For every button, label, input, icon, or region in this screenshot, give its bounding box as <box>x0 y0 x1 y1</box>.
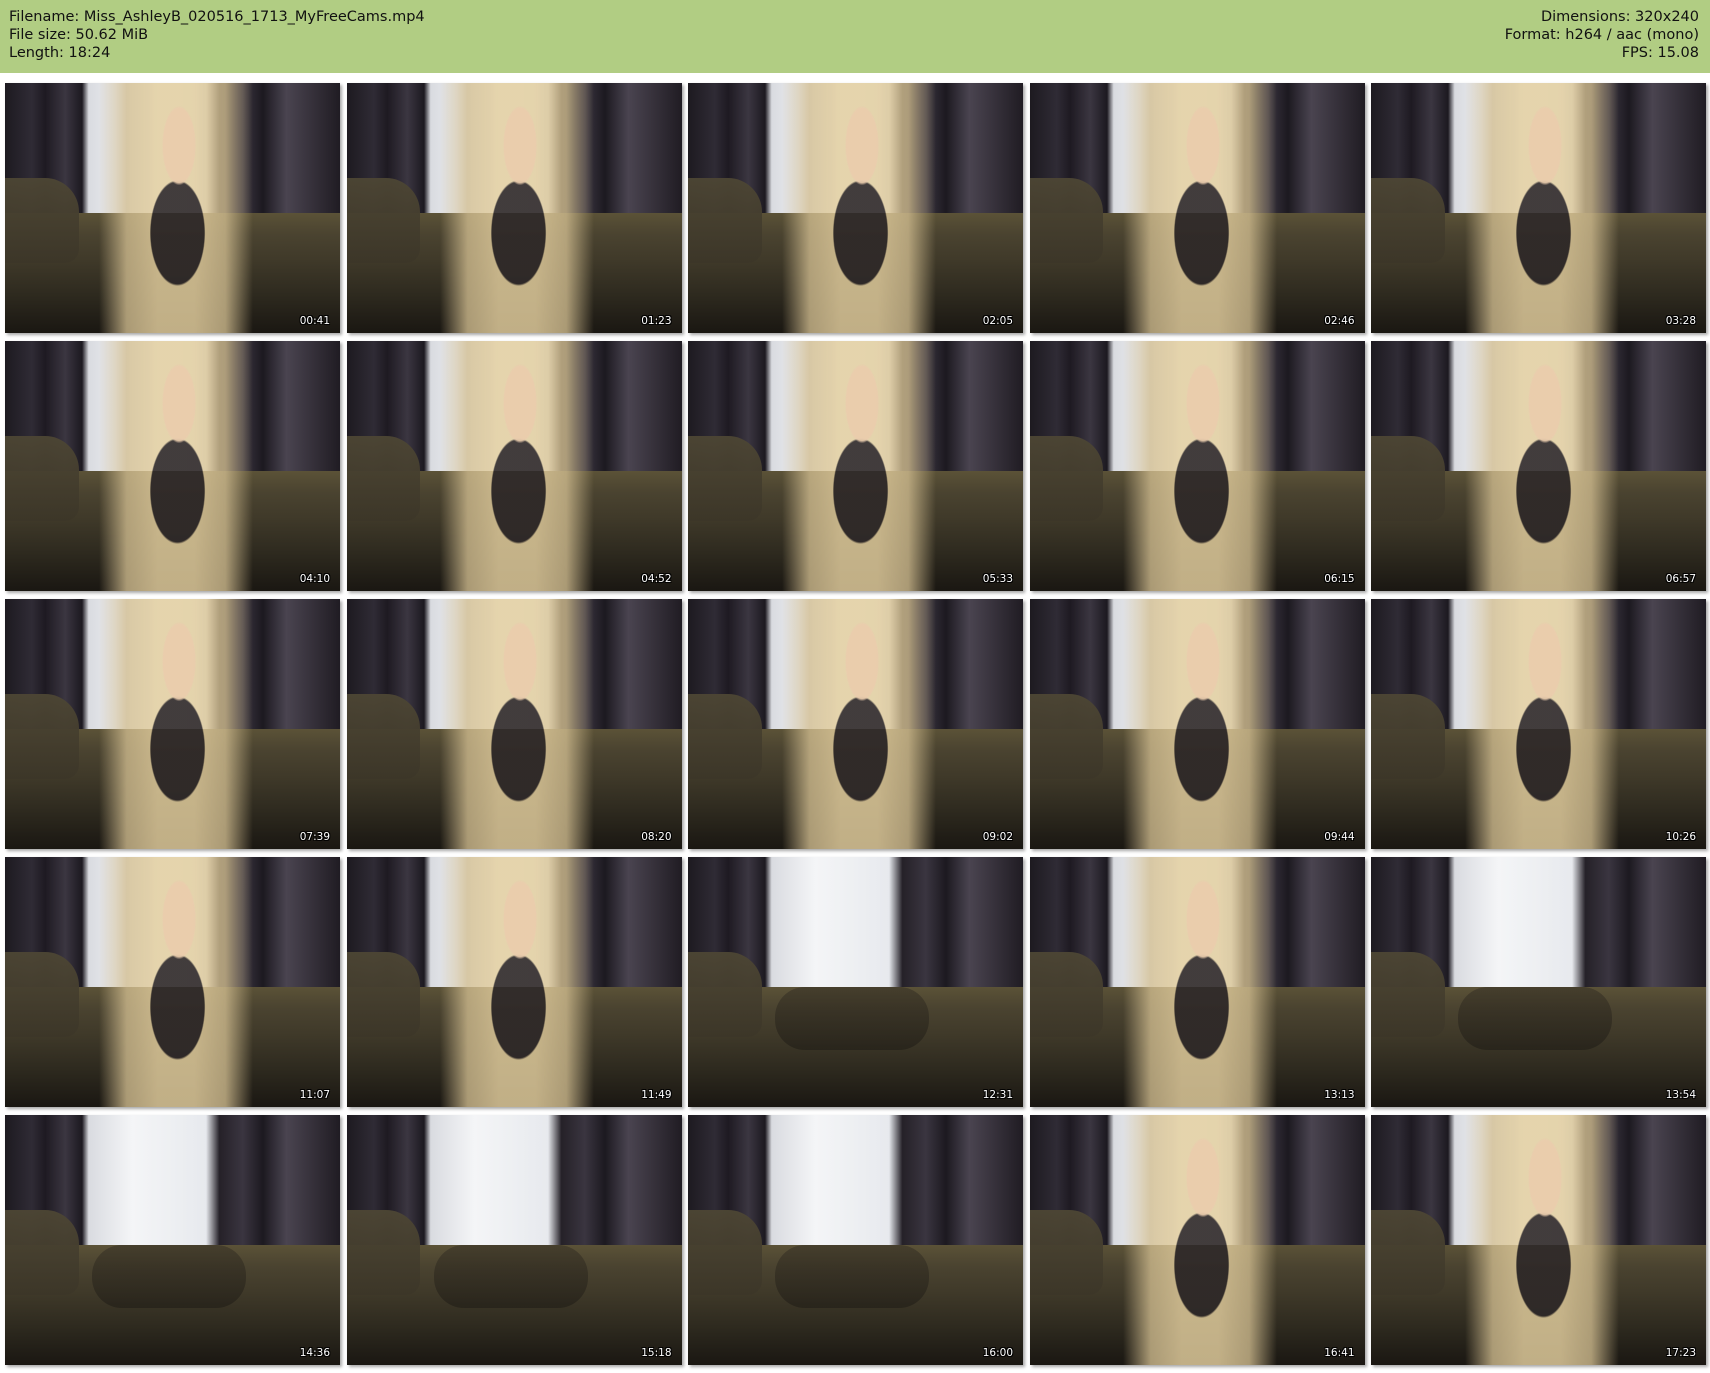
thumbnail-frame: 03:28 <box>1371 83 1706 333</box>
thumbnail-timestamp: 10:26 <box>1665 831 1696 843</box>
video-frame-image <box>98 857 253 1107</box>
file-info-right: Dimensions: 320x240 Format: h264 / aac (… <box>1505 8 1699 62</box>
video-frame-image <box>1123 341 1278 591</box>
video-frame-image <box>1458 987 1613 1050</box>
thumbnail-frame: 06:15 <box>1029 341 1365 591</box>
length-text: Length: 18:24 <box>9 45 111 61</box>
file-info-left: Filename: Miss_AshleyB_020516_1713_MyFre… <box>9 8 425 62</box>
thumbnail-timestamp: 12:31 <box>982 1089 1013 1101</box>
thumbnail-timestamp: 11:49 <box>641 1089 672 1101</box>
thumbnail-frame: 14:36 <box>5 1115 340 1365</box>
thumbnail-frame: 16:00 <box>688 1115 1023 1365</box>
thumbnail-frame: 09:44 <box>1029 599 1365 849</box>
thumbnail-frame: 07:39 <box>5 599 340 849</box>
thumbnail-timestamp: 03:28 <box>1665 315 1696 327</box>
thumbnail-timestamp: 08:20 <box>641 831 672 843</box>
thumbnail-frame: 08:20 <box>346 599 682 849</box>
video-frame-image <box>440 341 595 591</box>
thumbnail-timestamp: 13:13 <box>1324 1089 1355 1101</box>
file-size-text: File size: 50.62 MiB <box>9 27 149 43</box>
thumbnail-frame: 00:41 <box>5 83 340 333</box>
format-text: Format: h264 / aac (mono) <box>1504 27 1699 43</box>
thumbnail-timestamp: 00:41 <box>299 315 330 327</box>
thumbnail-frame: 16:41 <box>1029 1115 1365 1365</box>
video-frame-image <box>1464 599 1619 849</box>
thumbnail-frame: 15:18 <box>346 1115 682 1365</box>
thumbnail-grid: 00:41 01:23 02:05 02:46 03:28 04:10 04:5… <box>5 83 1706 1368</box>
video-frame-image <box>1123 83 1278 333</box>
thumbnail-frame: 04:52 <box>346 341 682 591</box>
video-frame-image <box>1123 599 1278 849</box>
thumbnail-timestamp: 17:23 <box>1665 1347 1696 1359</box>
thumbnail-frame: 12:31 <box>688 857 1023 1107</box>
thumbnail-timestamp: 02:46 <box>1324 315 1355 327</box>
video-frame-image <box>440 83 595 333</box>
video-frame-image <box>440 599 595 849</box>
thumbnail-timestamp: 15:18 <box>641 1347 672 1359</box>
thumbnail-frame: 02:46 <box>1029 83 1365 333</box>
thumbnail-timestamp: 04:52 <box>641 573 672 585</box>
thumbnail-frame: 17:23 <box>1371 1115 1706 1365</box>
video-frame-image <box>1123 1115 1278 1365</box>
video-frame-image <box>781 599 936 849</box>
video-frame-image <box>781 83 936 333</box>
thumbnail-frame: 11:07 <box>5 857 340 1107</box>
thumbnail-frame: 05:33 <box>688 341 1023 591</box>
thumbnail-timestamp: 16:00 <box>982 1347 1013 1359</box>
thumbnail-timestamp: 05:33 <box>982 573 1013 585</box>
thumbnail-timestamp: 02:05 <box>982 315 1013 327</box>
thumbnail-timestamp: 04:10 <box>299 573 330 585</box>
thumbnail-frame: 13:54 <box>1371 857 1706 1107</box>
video-frame-image <box>98 341 253 591</box>
video-frame-image <box>775 1245 930 1308</box>
fps-text: FPS: 15.08 <box>1621 45 1699 61</box>
contact-sheet: Filename: Miss_AshleyB_020516_1713_MyFre… <box>0 0 1710 1373</box>
thumbnail-frame: 06:57 <box>1371 341 1706 591</box>
thumbnail-frame: 10:26 <box>1371 599 1706 849</box>
thumbnail-timestamp: 06:57 <box>1665 573 1696 585</box>
video-frame-image <box>781 341 936 591</box>
thumbnail-timestamp: 06:15 <box>1324 573 1355 585</box>
thumbnail-timestamp: 13:54 <box>1665 1089 1696 1101</box>
thumbnail-timestamp: 09:02 <box>982 831 1013 843</box>
thumbnail-timestamp: 16:41 <box>1324 1347 1355 1359</box>
video-frame-image <box>98 599 253 849</box>
thumbnail-frame: 02:05 <box>688 83 1023 333</box>
thumbnail-frame: 11:49 <box>346 857 682 1107</box>
thumbnail-timestamp: 11:07 <box>299 1089 330 1101</box>
thumbnail-frame: 04:10 <box>5 341 340 591</box>
video-frame-image <box>1464 341 1619 591</box>
video-frame-image <box>98 83 253 333</box>
dimensions-text: Dimensions: 320x240 <box>1540 9 1699 25</box>
thumbnail-timestamp: 09:44 <box>1324 831 1355 843</box>
thumbnail-timestamp: 01:23 <box>641 315 672 327</box>
video-frame-image <box>433 1245 588 1308</box>
video-frame-image <box>1464 1115 1619 1365</box>
thumbnail-timestamp: 14:36 <box>299 1347 330 1359</box>
thumbnail-frame: 09:02 <box>688 599 1023 849</box>
video-frame-image <box>92 1245 247 1308</box>
thumbnail-timestamp: 07:39 <box>299 831 330 843</box>
thumbnail-frame: 13:13 <box>1029 857 1365 1107</box>
video-frame-image <box>775 987 930 1050</box>
thumbnail-frame: 01:23 <box>346 83 682 333</box>
video-frame-image <box>1123 857 1278 1107</box>
video-frame-image <box>1464 83 1619 333</box>
video-frame-image <box>440 857 595 1107</box>
file-info-header: Filename: Miss_AshleyB_020516_1713_MyFre… <box>0 0 1710 73</box>
filename-text: Filename: Miss_AshleyB_020516_1713_MyFre… <box>9 9 425 25</box>
